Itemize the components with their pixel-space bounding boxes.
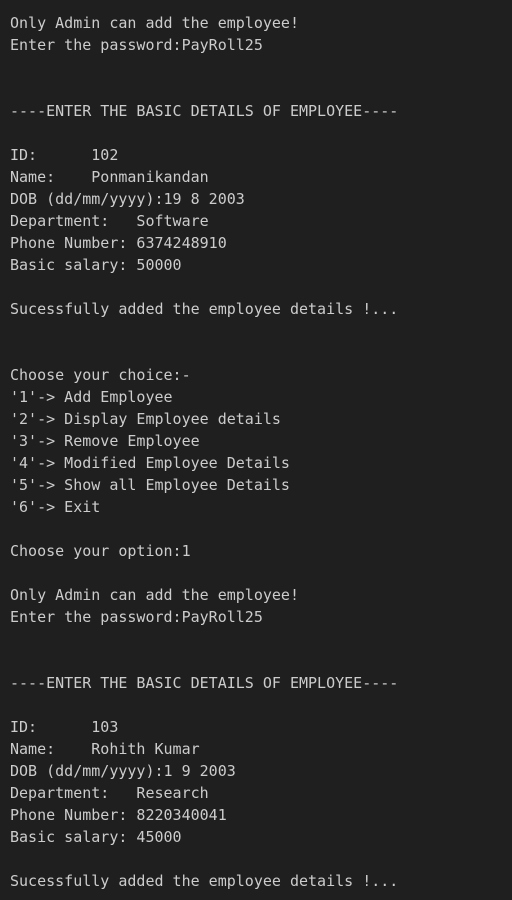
employee-department-2: Department: Research: [10, 784, 209, 802]
output-line-admin-notice-1: Only Admin can add the employee!: [10, 14, 299, 32]
employee-id-1: ID: 102: [10, 146, 119, 164]
employee-phone-2: Phone Number: 8220340041: [10, 806, 227, 824]
employee-dob-2: DOB (dd/mm/yyyy):1 9 2003: [10, 762, 236, 780]
output-line-password-1: Enter the password:PayRoll25: [10, 36, 263, 54]
employee-department-1: Department: Software: [10, 212, 209, 230]
terminal-output[interactable]: Only Admin can add the employee! Enter t…: [0, 0, 512, 900]
menu-title: Choose your choice:-: [10, 366, 191, 384]
menu-item-remove-employee: '3'-> Remove Employee: [10, 432, 200, 450]
success-message-1: Sucessfully added the employee details !…: [10, 300, 399, 318]
menu-item-add-employee: '1'-> Add Employee: [10, 388, 173, 406]
employee-salary-1: Basic salary: 50000: [10, 256, 182, 274]
success-message-2: Sucessfully added the employee details !…: [10, 872, 399, 890]
employee-salary-2: Basic salary: 45000: [10, 828, 182, 846]
employee-phone-1: Phone Number: 6374248910: [10, 234, 227, 252]
menu-item-exit: '6'-> Exit: [10, 498, 101, 516]
employee-name-2: Name: Rohith Kumar: [10, 740, 200, 758]
section-header-1: ----ENTER THE BASIC DETAILS OF EMPLOYEE-…: [10, 102, 399, 120]
employee-dob-1: DOB (dd/mm/yyyy):19 8 2003: [10, 190, 245, 208]
section-header-2: ----ENTER THE BASIC DETAILS OF EMPLOYEE-…: [10, 674, 399, 692]
menu-item-modify-employee: '4'-> Modified Employee Details: [10, 454, 290, 472]
menu-item-show-all: '5'-> Show all Employee Details: [10, 476, 290, 494]
option-prompt: Choose your option:1: [10, 542, 191, 560]
output-line-admin-notice-2: Only Admin can add the employee!: [10, 586, 299, 604]
employee-name-1: Name: Ponmanikandan: [10, 168, 209, 186]
employee-id-2: ID: 103: [10, 718, 119, 736]
menu-item-display-employee: '2'-> Display Employee details: [10, 410, 281, 428]
output-line-password-2: Enter the password:PayRoll25: [10, 608, 263, 626]
